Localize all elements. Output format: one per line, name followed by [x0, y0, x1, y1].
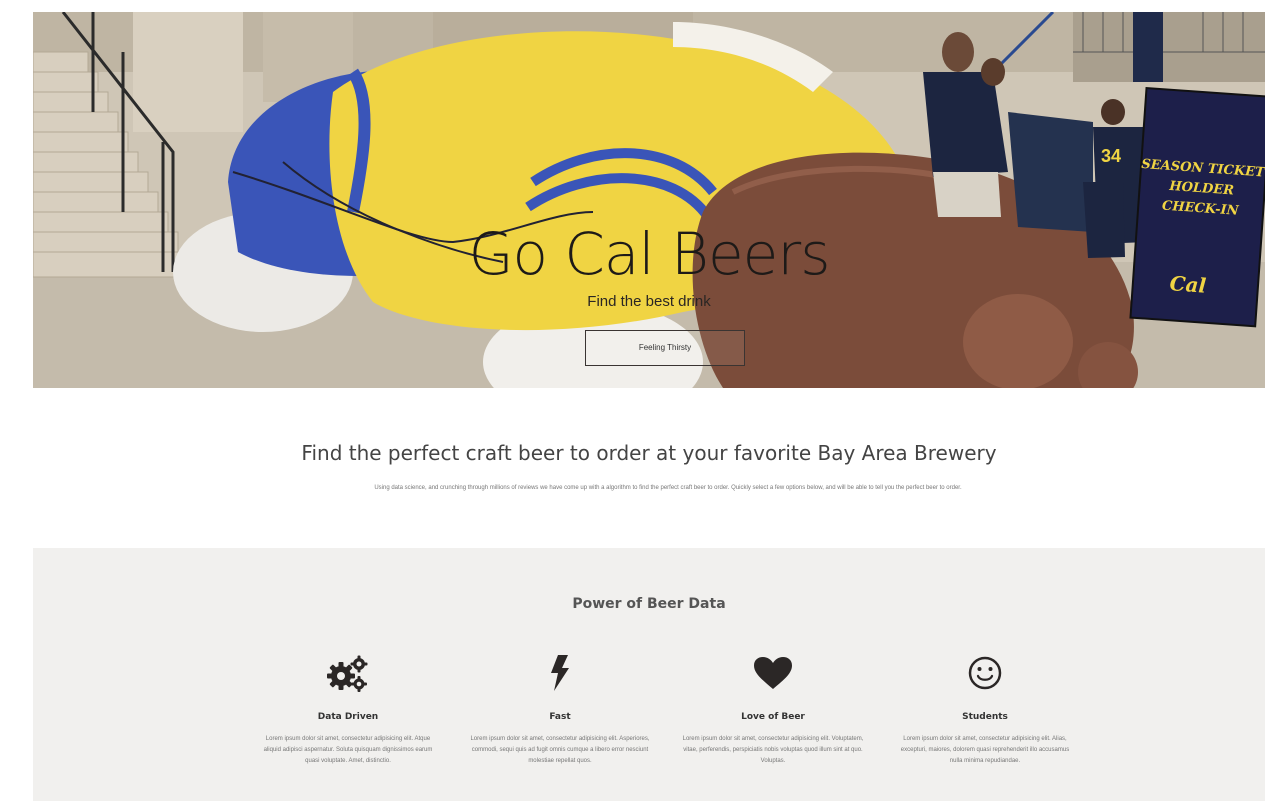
intro-text: Using data science, and crunching throug… [374, 485, 962, 491]
heart-icon [678, 652, 868, 694]
feature-text: Lorem ipsum dolor sit amet, consectetur … [682, 736, 864, 764]
feature-love-of-beer: Love of Beer Lorem ipsum dolor sit amet,… [678, 652, 868, 767]
jersey-number: 34 [1101, 146, 1121, 166]
lightning-bolt-icon [465, 652, 655, 694]
feature-students: Students Lorem ipsum dolor sit amet, con… [890, 652, 1080, 767]
smiley-face-icon [890, 652, 1080, 694]
feature-title: Data Driven [317, 712, 379, 722]
hero-banner: 34 SEASON TICKET HOLDER CHECK-IN Cal Go … [33, 12, 1265, 388]
feature-fast: Fast Lorem ipsum dolor sit amet, consect… [465, 652, 655, 767]
hero-title: Go Cal Beers [468, 220, 831, 288]
gears-icon [253, 652, 443, 694]
feature-text: Lorem ipsum dolor sit amet, consectetur … [470, 736, 650, 764]
feature-title: Love of Beer [741, 712, 805, 722]
features-section: Power of Beer Data Data Driven Lorem ips… [33, 548, 1265, 801]
feature-title: Students [962, 712, 1008, 722]
feature-text: Lorem ipsum dolor sit amet, consectetur … [263, 736, 433, 764]
hero-subtitle: Find the best drink [587, 293, 711, 310]
features-heading: Power of Beer Data [572, 596, 726, 612]
intro-heading: Find the perfect craft beer to order at … [301, 441, 997, 465]
page: 34 SEASON TICKET HOLDER CHECK-IN Cal Go … [33, 12, 1265, 801]
feature-text: Lorem ipsum dolor sit amet, consectetur … [900, 736, 1070, 764]
feeling-thirsty-button[interactable]: Feeling Thirsty [585, 330, 745, 366]
feature-title: Fast [549, 712, 571, 722]
intro-section: Find the perfect craft beer to order at … [33, 388, 1265, 548]
feature-data-driven: Data Driven Lorem ipsum dolor sit amet, … [253, 652, 443, 767]
